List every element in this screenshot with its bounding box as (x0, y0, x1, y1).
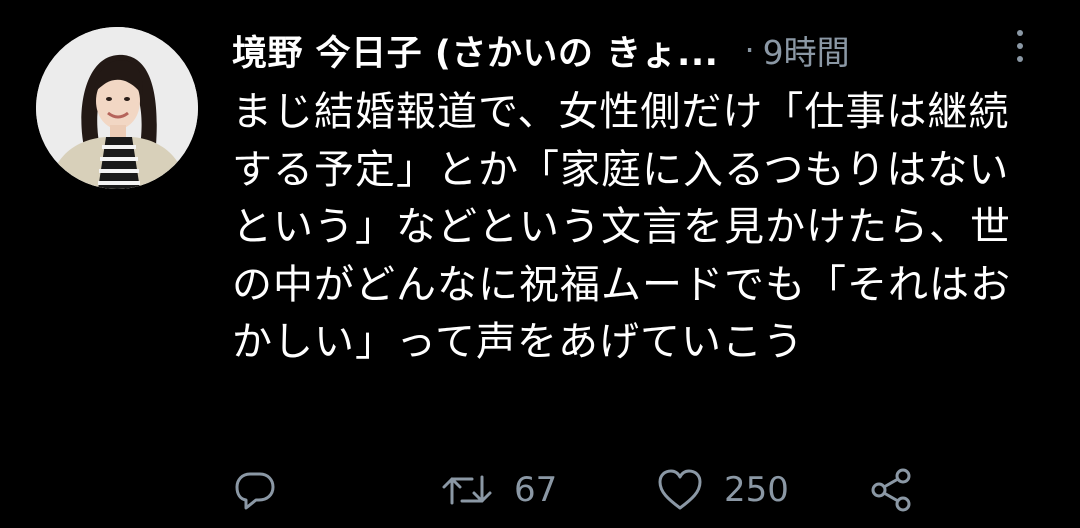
display-name[interactable]: 境野 今日子 (さかいの きょ... (232, 25, 718, 76)
like-count: 250 (724, 470, 789, 510)
tweet-actions: 67 250 (232, 464, 932, 516)
heart-icon (658, 469, 702, 510)
retweet-button[interactable]: 67 (440, 464, 557, 516)
avatar[interactable] (36, 27, 198, 189)
reply-icon (235, 472, 275, 510)
timestamp[interactable]: 9時間 (763, 26, 850, 74)
more-options-icon[interactable] (1008, 30, 1032, 70)
profile-photo-icon (36, 27, 198, 189)
retweet-icon (442, 475, 492, 505)
tweet-header: 境野 今日子 (さかいの きょ... · 9時間 (232, 22, 1052, 78)
share-button[interactable] (868, 464, 914, 516)
retweet-count: 67 (514, 470, 558, 510)
reply-button[interactable] (232, 464, 278, 516)
tweet-text: まじ結婚報道で、女性側だけ「仕事は継続する予定」とか「家庭に入るつもりはないとい… (232, 89, 1011, 365)
separator-dot: · (744, 31, 755, 69)
share-icon (871, 468, 911, 512)
like-button[interactable]: 250 (656, 464, 789, 516)
tweet[interactable]: 境野 今日子 (さかいの きょ... · 9時間 まじ結婚報道で、女性側だけ「仕… (0, 0, 1080, 528)
